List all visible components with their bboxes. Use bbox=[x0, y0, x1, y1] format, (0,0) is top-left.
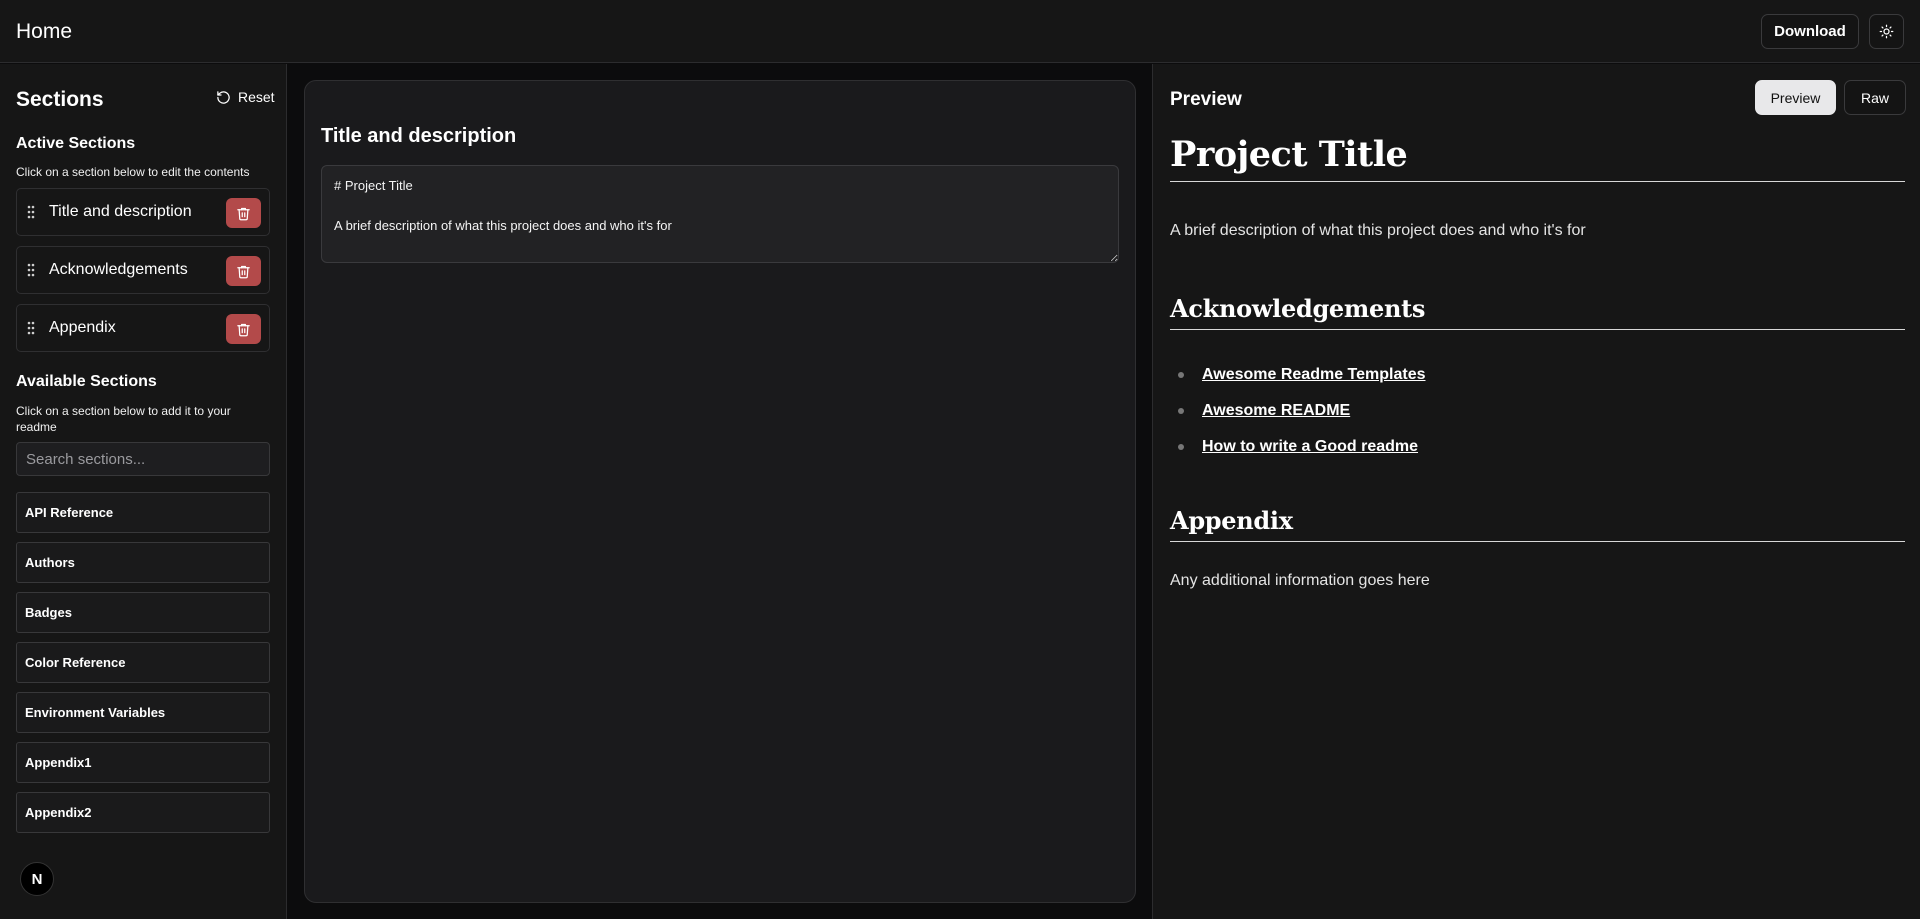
editor-area: Title and description # Project Title A … bbox=[288, 64, 1152, 919]
drag-handle-icon[interactable] bbox=[27, 263, 35, 277]
available-section-color-reference[interactable]: Color Reference bbox=[16, 642, 270, 683]
editor-card: Title and description # Project Title A … bbox=[304, 80, 1136, 903]
bullet-icon bbox=[1178, 372, 1184, 378]
trash-icon bbox=[237, 207, 250, 220]
sun-icon bbox=[1879, 24, 1894, 39]
trash-icon bbox=[237, 265, 250, 278]
available-section-badges[interactable]: Badges bbox=[16, 592, 270, 633]
drag-handle-icon[interactable] bbox=[27, 205, 35, 219]
active-section-label: Appendix bbox=[49, 319, 116, 336]
theme-toggle-button[interactable] bbox=[1869, 14, 1904, 49]
preview-appendix-heading: Appendix bbox=[1170, 506, 1905, 542]
available-section-appendix1[interactable]: Appendix1 bbox=[16, 742, 270, 783]
download-button[interactable]: Download bbox=[1761, 14, 1859, 49]
list-item: Awesome Readme Templates bbox=[1170, 357, 1905, 393]
active-sections-heading: Active Sections bbox=[16, 135, 136, 152]
available-section-authors[interactable]: Authors bbox=[16, 542, 270, 583]
ack-link[interactable]: Awesome README bbox=[1202, 402, 1350, 420]
preview-h1: Project Title bbox=[1170, 134, 1905, 182]
list-item: Awesome README bbox=[1170, 393, 1905, 429]
active-section-appendix[interactable]: Appendix bbox=[16, 304, 270, 352]
ack-link[interactable]: Awesome Readme Templates bbox=[1202, 366, 1426, 384]
available-section-appendix2[interactable]: Appendix2 bbox=[16, 792, 270, 833]
preview-acknowledgements-heading: Acknowledgements bbox=[1170, 294, 1905, 330]
bullet-icon bbox=[1178, 408, 1184, 414]
markdown-editor-textarea[interactable]: # Project Title A brief description of w… bbox=[321, 165, 1119, 263]
delete-section-button[interactable] bbox=[226, 198, 261, 228]
active-section-label: Acknowledgements bbox=[49, 261, 188, 278]
preview-mode-button[interactable]: Preview bbox=[1755, 80, 1836, 115]
sidebar-title: Sections bbox=[16, 88, 104, 111]
drag-handle-icon[interactable] bbox=[27, 321, 35, 335]
editor-section-title: Title and description bbox=[321, 125, 517, 147]
reset-icon bbox=[217, 90, 230, 104]
available-sections-heading: Available Sections bbox=[16, 373, 157, 390]
active-section-label: Title and description bbox=[49, 203, 192, 220]
nextjs-badge-icon[interactable]: N bbox=[20, 862, 54, 896]
active-section-title-and-description[interactable]: Title and description bbox=[16, 188, 270, 236]
preview-appendix-text: Any additional information goes here bbox=[1170, 572, 1430, 589]
top-bar: Home Download bbox=[0, 0, 1920, 63]
sections-sidebar: Sections Reset Active Sections Click on … bbox=[0, 64, 287, 919]
available-section-api-reference[interactable]: API Reference bbox=[16, 492, 270, 533]
ack-link[interactable]: How to write a Good readme bbox=[1202, 438, 1418, 456]
available-section-environment-variables[interactable]: Environment Variables bbox=[16, 692, 270, 733]
raw-mode-button[interactable]: Raw bbox=[1844, 80, 1906, 115]
preview-heading: Preview bbox=[1170, 89, 1242, 110]
reset-button[interactable]: Reset bbox=[216, 89, 275, 105]
preview-panel: Preview Preview Raw Project Title A brie… bbox=[1152, 64, 1920, 919]
available-sections-hint: Click on a section below to add it to yo… bbox=[16, 404, 231, 434]
search-sections-input[interactable] bbox=[16, 442, 270, 476]
delete-section-button[interactable] bbox=[226, 314, 261, 344]
preview-intro-text: A brief description of what this project… bbox=[1170, 222, 1586, 239]
preview-acknowledgements-list: Awesome Readme Templates Awesome README … bbox=[1170, 357, 1905, 465]
reset-label: Reset bbox=[238, 89, 275, 105]
bullet-icon bbox=[1178, 444, 1184, 450]
active-section-acknowledgements[interactable]: Acknowledgements bbox=[16, 246, 270, 294]
active-sections-hint: Click on a section below to edit the con… bbox=[16, 165, 250, 179]
delete-section-button[interactable] bbox=[226, 256, 261, 286]
trash-icon bbox=[237, 323, 250, 336]
page-title: Home bbox=[16, 20, 73, 43]
list-item: How to write a Good readme bbox=[1170, 429, 1905, 465]
